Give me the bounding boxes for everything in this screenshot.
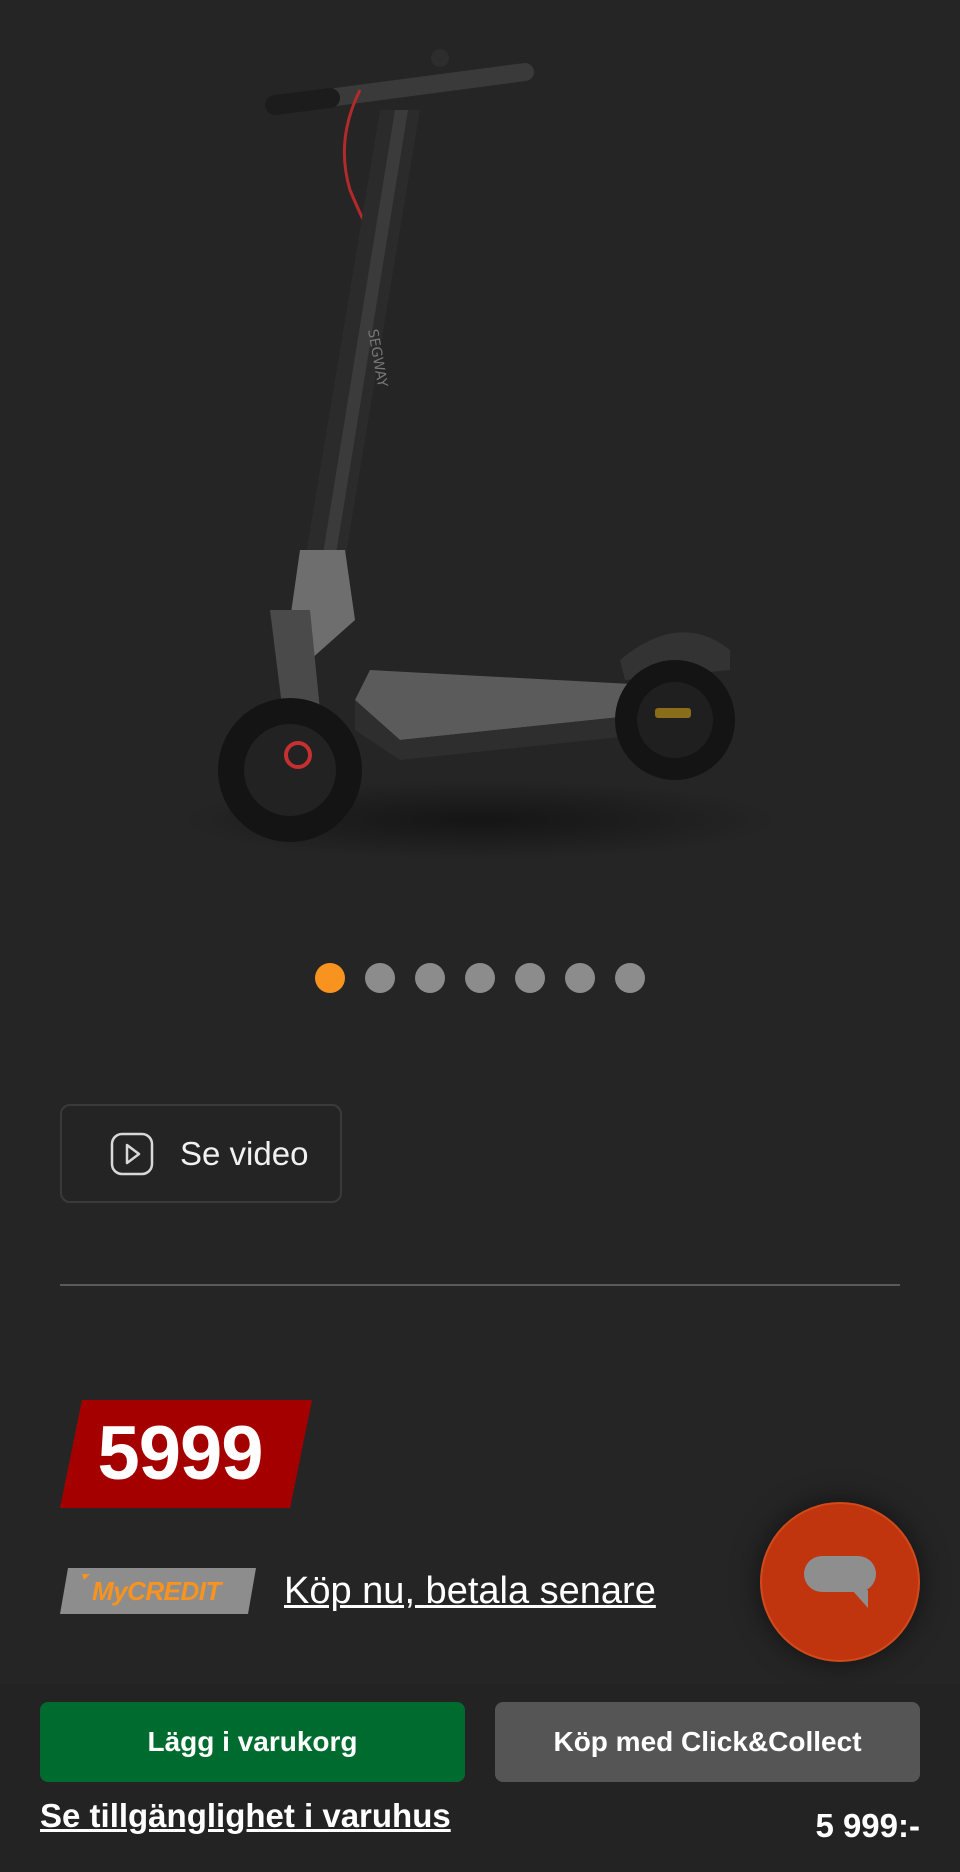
bottom-action-bar: Lägg i varukorg Köp med Click&Collect Se… (0, 1684, 960, 1872)
carousel-dot[interactable] (365, 963, 395, 993)
add-to-cart-button[interactable]: Lägg i varukorg (40, 1702, 465, 1782)
carousel-dot[interactable] (615, 963, 645, 993)
price-value: 5999 (97, 1411, 263, 1496)
product-image[interactable]: SEGWAY (0, 0, 960, 900)
carousel-dot[interactable] (415, 963, 445, 993)
summary-price: 5 999:- (815, 1807, 920, 1844)
carousel-dot[interactable] (315, 963, 345, 993)
store-availability-link[interactable]: Se tillgänglighet i varuhus (40, 1796, 451, 1836)
chat-button[interactable] (760, 1502, 920, 1662)
carousel-indicators (0, 963, 960, 995)
carousel-dot[interactable] (465, 963, 495, 993)
see-video-label: Se video (180, 1134, 309, 1172)
buy-now-pay-later-link[interactable]: Köp nu, betala senare (284, 1566, 656, 1616)
carousel-dot[interactable] (565, 963, 595, 993)
mycredit-logo-text: MyCREDIT (92, 1576, 221, 1606)
divider (60, 1284, 900, 1286)
price-tag: 5999 (60, 1400, 312, 1508)
see-video-button[interactable]: Se video (60, 1104, 342, 1203)
play-icon (110, 1132, 154, 1175)
carousel-dot[interactable] (515, 963, 545, 993)
click-and-collect-button[interactable]: Köp med Click&Collect (495, 1702, 920, 1782)
mycredit-badge: MyCREDIT (60, 1568, 256, 1614)
chat-icon (804, 1556, 876, 1608)
